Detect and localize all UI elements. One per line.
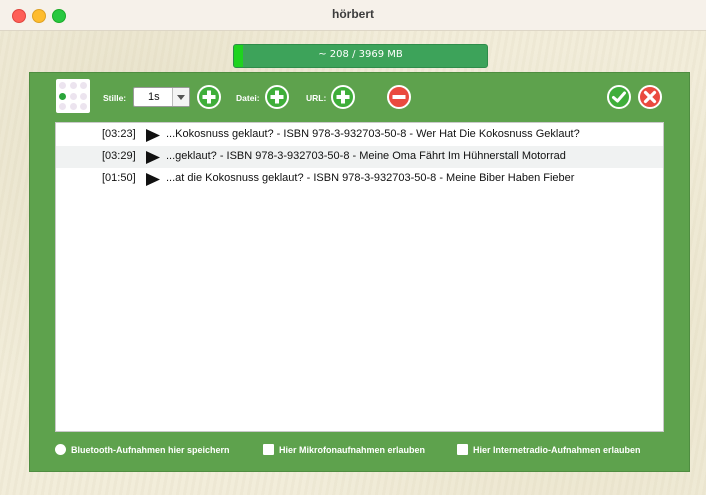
- track-duration: [03:29]: [102, 150, 136, 162]
- track-row[interactable]: [01:50] ...at die Kokosnuss geklaut? - I…: [56, 168, 663, 190]
- silence-label: Stille:: [103, 93, 127, 103]
- window-title: hörbert: [332, 7, 374, 21]
- storage-bar: ~ 208 / 3969 MB: [233, 44, 488, 68]
- microphone-checkbox[interactable]: [263, 444, 274, 455]
- microphone-option-label: Hier Mikrofonaufnahmen erlauben: [279, 445, 426, 455]
- silence-select[interactable]: 1s: [133, 87, 190, 107]
- track-row[interactable]: [03:23] ...Kokosnuss geklaut? - ISBN 978…: [56, 124, 663, 146]
- cancel-button[interactable]: [638, 85, 662, 109]
- track-title: ...at die Kokosnuss geklaut? - ISBN 978-…: [166, 172, 575, 184]
- dot-grid-icon[interactable]: [56, 79, 90, 113]
- play-icon[interactable]: [146, 151, 160, 164]
- file-label: Datei:: [236, 93, 260, 103]
- x-icon: [643, 90, 657, 104]
- plus-icon: [202, 90, 216, 104]
- plus-icon: [270, 90, 284, 104]
- title-bar: hörbert: [0, 0, 706, 31]
- track-duration: [03:23]: [102, 128, 136, 140]
- internetradio-option-label: Hier Internetradio-Aufnahmen erlauben: [473, 445, 641, 455]
- play-icon[interactable]: [146, 129, 160, 142]
- bluetooth-option-label: Bluetooth-Aufnahmen hier speichern: [71, 445, 230, 455]
- track-title: ...geklaut? - ISBN 978-3-932703-50-8 - M…: [166, 150, 566, 162]
- url-label: URL:: [306, 93, 327, 103]
- track-row[interactable]: [03:29] ...geklaut? - ISBN 978-3-932703-…: [56, 146, 663, 168]
- add-file-button[interactable]: [265, 85, 289, 109]
- storage-label: ~ 208 / 3969 MB: [318, 49, 403, 60]
- plus-icon: [336, 90, 350, 104]
- track-duration: [01:50]: [102, 172, 136, 184]
- play-icon[interactable]: [146, 173, 160, 186]
- add-url-button[interactable]: [331, 85, 355, 109]
- bluetooth-radio[interactable]: [55, 444, 66, 455]
- track-title: ...Kokosnuss geklaut? - ISBN 978-3-93270…: [166, 128, 580, 140]
- checkmark-icon: [612, 91, 626, 103]
- internetradio-checkbox[interactable]: [457, 444, 468, 455]
- minus-icon: [392, 95, 406, 99]
- chevron-down-icon[interactable]: [172, 88, 189, 106]
- add-silence-button[interactable]: [197, 85, 221, 109]
- confirm-button[interactable]: [607, 85, 631, 109]
- remove-track-button[interactable]: [387, 85, 411, 109]
- silence-value: 1s: [148, 91, 160, 103]
- track-list[interactable]: [03:23] ...Kokosnuss geklaut? - ISBN 978…: [55, 122, 664, 432]
